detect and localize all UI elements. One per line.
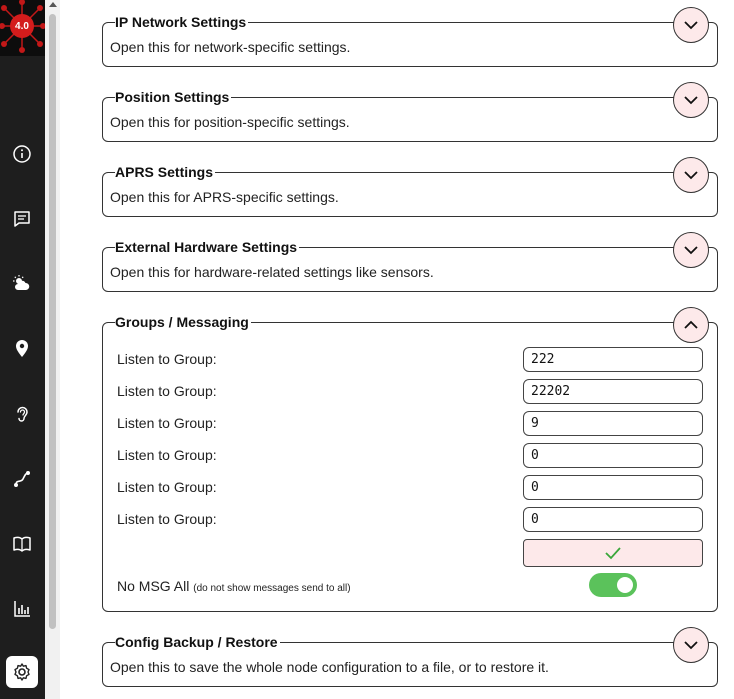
section-hardware: External Hardware Settings Open this for… bbox=[102, 232, 718, 292]
switch-knob bbox=[617, 577, 633, 593]
group-input-5[interactable] bbox=[523, 475, 703, 500]
collapse-button[interactable] bbox=[673, 307, 709, 343]
group-label: Listen to Group: bbox=[117, 479, 217, 495]
group-label: Listen to Group: bbox=[117, 447, 217, 463]
version-badge: 4.0 bbox=[10, 14, 34, 38]
expand-button[interactable] bbox=[673, 157, 709, 193]
group-input-2[interactable] bbox=[523, 379, 703, 404]
section-aprs: APRS Settings Open this for APRS-specifi… bbox=[102, 157, 718, 217]
section-description: Open this for APRS-specific settings. bbox=[110, 189, 339, 205]
message-icon[interactable] bbox=[9, 206, 35, 232]
section-title: External Hardware Settings bbox=[115, 239, 300, 255]
logo[interactable]: 4.0 bbox=[0, 0, 45, 56]
checkmark-icon bbox=[605, 547, 621, 560]
expand-button[interactable] bbox=[673, 627, 709, 663]
section-description: Open this to save the whole node configu… bbox=[110, 659, 549, 675]
scroll-up-arrow-icon[interactable] bbox=[49, 2, 57, 7]
no-msg-all-label: No MSG All (do not show messages send to… bbox=[117, 578, 351, 594]
group-label: Listen to Group: bbox=[117, 511, 217, 527]
group-label: Listen to Group: bbox=[117, 351, 217, 367]
section-groups-messaging: Groups / Messaging Listen to Group: List… bbox=[102, 307, 718, 612]
book-icon[interactable] bbox=[9, 531, 35, 557]
info-icon[interactable] bbox=[9, 141, 35, 167]
scrollbar-thumb[interactable] bbox=[49, 14, 56, 629]
ear-icon[interactable] bbox=[9, 401, 35, 427]
group-input-4[interactable] bbox=[523, 443, 703, 468]
no-msg-all-text: No MSG All bbox=[117, 578, 190, 594]
weather-icon[interactable] bbox=[9, 271, 35, 297]
chevron-up-icon bbox=[684, 320, 698, 329]
chevron-down-icon bbox=[684, 21, 698, 30]
sidebar: 4.0 bbox=[0, 0, 45, 699]
chart-icon[interactable] bbox=[9, 596, 35, 622]
section-description: Open this for network-specific settings. bbox=[110, 39, 351, 55]
expand-button[interactable] bbox=[673, 7, 709, 43]
location-pin-icon[interactable] bbox=[9, 336, 35, 362]
section-title: IP Network Settings bbox=[115, 14, 249, 30]
section-config-backup: Config Backup / Restore Open this to sav… bbox=[102, 627, 718, 687]
chevron-down-icon bbox=[684, 96, 698, 105]
chevron-down-icon bbox=[684, 171, 698, 180]
group-label: Listen to Group: bbox=[117, 383, 217, 399]
save-groups-button[interactable] bbox=[523, 539, 703, 567]
section-title: Groups / Messaging bbox=[115, 314, 251, 330]
section-title: Config Backup / Restore bbox=[115, 634, 280, 650]
chevron-down-icon bbox=[684, 246, 698, 255]
section-ip-network: IP Network Settings Open this for networ… bbox=[102, 7, 718, 67]
group-input-6[interactable] bbox=[523, 507, 703, 532]
section-description: Open this for hardware-related settings … bbox=[110, 264, 434, 280]
chevron-down-icon bbox=[684, 641, 698, 650]
section-title: Position Settings bbox=[115, 89, 232, 105]
no-msg-all-note: (do not show messages send to all) bbox=[193, 583, 351, 594]
no-msg-all-switch[interactable] bbox=[589, 573, 637, 597]
section-position: Position Settings Open this for position… bbox=[102, 82, 718, 142]
section-title: APRS Settings bbox=[115, 164, 216, 180]
expand-button[interactable] bbox=[673, 82, 709, 118]
group-input-1[interactable] bbox=[523, 347, 703, 372]
section-description: Open this for position-specific settings… bbox=[110, 114, 350, 130]
group-input-3[interactable] bbox=[523, 411, 703, 436]
expand-button[interactable] bbox=[673, 232, 709, 268]
route-icon[interactable] bbox=[9, 466, 35, 492]
gear-icon[interactable] bbox=[6, 656, 38, 688]
group-label: Listen to Group: bbox=[117, 415, 217, 431]
